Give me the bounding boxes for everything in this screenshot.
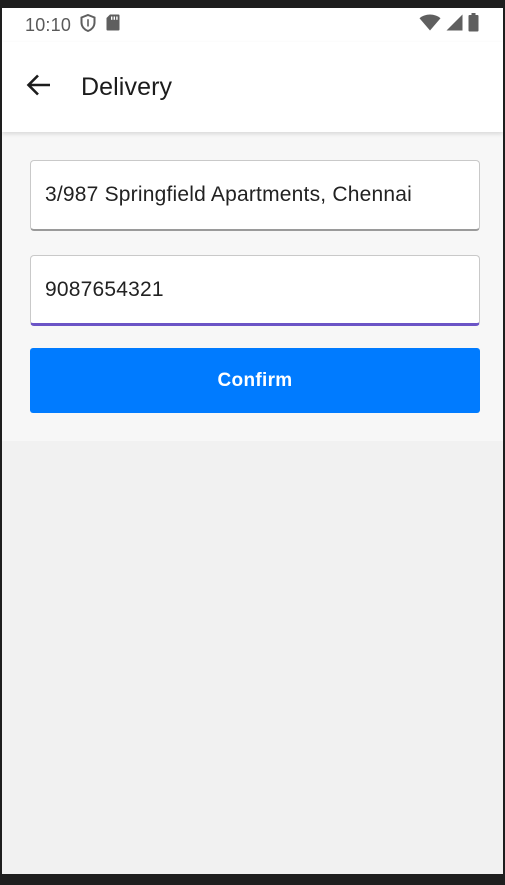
status-time: 10:10: [25, 14, 72, 35]
phone-input[interactable]: [45, 277, 465, 302]
status-left-icons: [80, 13, 120, 37]
app-screen: 10:10 Delivery 3/987 Springfield Apartme…: [2, 8, 503, 874]
page-title: Delivery: [81, 72, 173, 101]
sd-card-icon: [106, 14, 120, 36]
arrow-back-icon: [26, 73, 52, 102]
address-input[interactable]: [45, 183, 465, 207]
delivery-form: Confirm: [2, 132, 503, 441]
back-button[interactable]: [15, 63, 63, 111]
status-bar: 10:10: [2, 8, 503, 42]
wifi-icon: [419, 14, 441, 36]
address-field[interactable]: [30, 160, 480, 231]
shield-icon: [80, 13, 96, 37]
device-frame: 10:10 Delivery 3/987 Springfield Apartme…: [0, 0, 505, 885]
battery-icon: [468, 13, 479, 37]
status-right-icons: [419, 13, 479, 37]
confirm-button[interactable]: Confirm: [30, 348, 480, 413]
phone-field[interactable]: [30, 255, 480, 326]
app-bar: Delivery: [2, 42, 503, 132]
cell-signal-icon: [446, 14, 463, 36]
